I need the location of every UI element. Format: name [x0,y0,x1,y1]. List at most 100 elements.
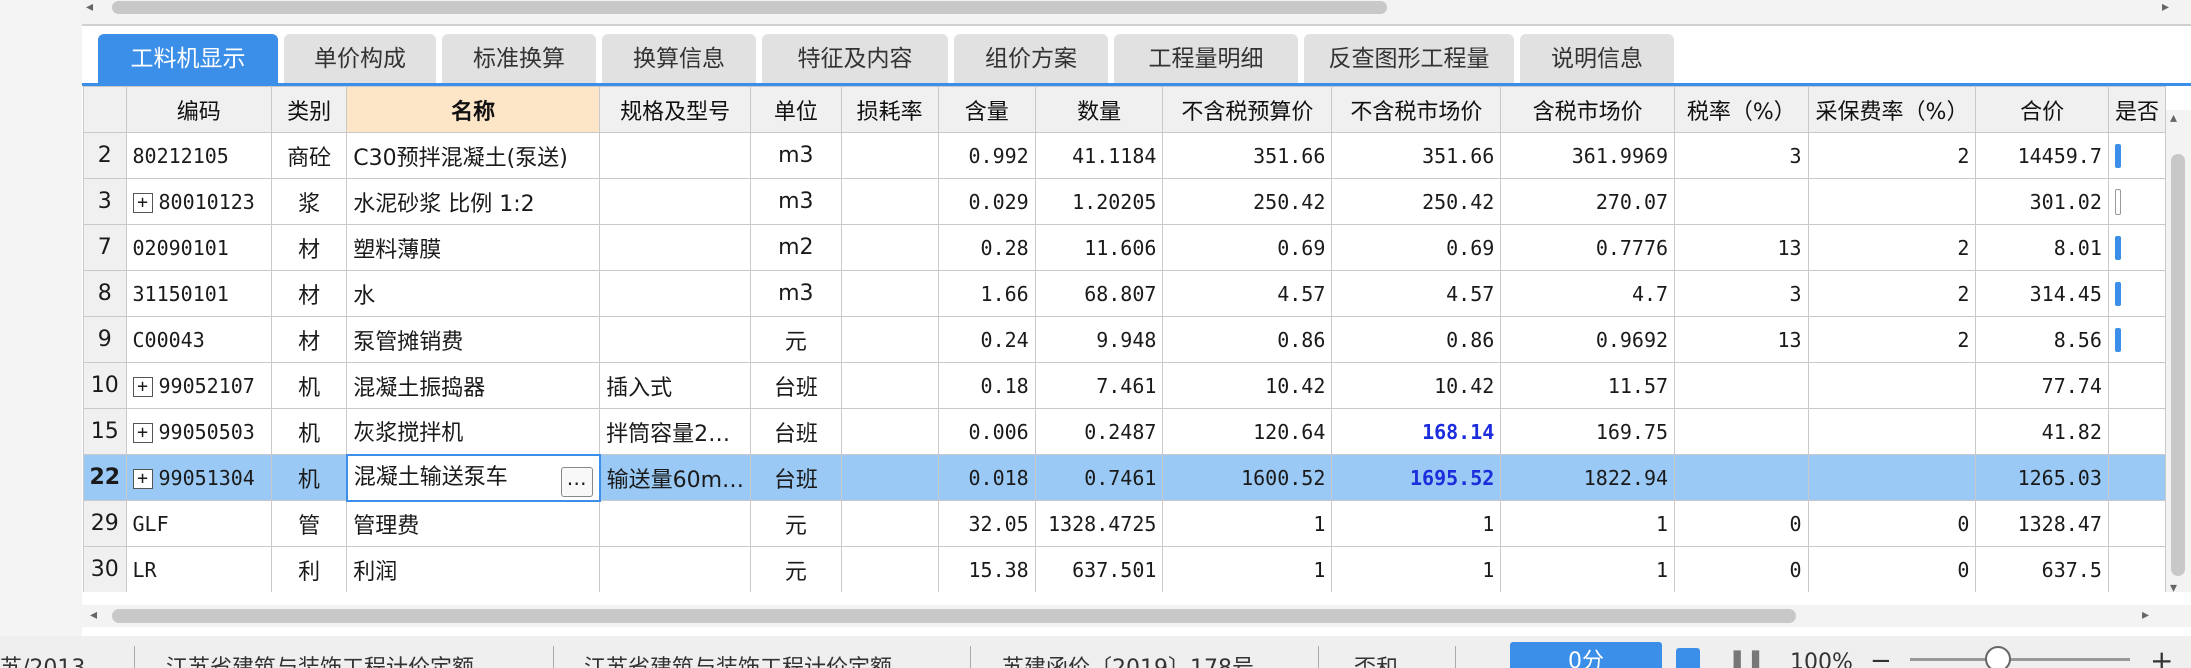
loss-rate-cell[interactable] [840,454,939,501]
column-header[interactable]: 采保费率（%） [1807,86,1977,133]
market-price-cell[interactable]: 0.69 [1331,224,1502,271]
tab-unit-price-composition[interactable]: 单价构成 [284,34,436,84]
score-button[interactable]: 0分 [1510,642,1662,668]
flag-checkbox-icon[interactable] [2114,236,2121,260]
name-cell[interactable]: 泵管摊销费 [346,316,601,363]
budget-price-cell[interactable]: 1 [1162,500,1333,547]
column-header[interactable]: 规格及型号 [599,86,752,133]
procurement-fee-cell[interactable] [1807,362,1977,409]
quantity-cell[interactable]: 11.606 [1034,224,1164,271]
market-price-cell[interactable]: 351.66 [1331,132,1502,179]
content-cell[interactable]: 15.38 [937,546,1036,592]
total-cell[interactable]: 637.5 [1975,546,2109,592]
column-header[interactable]: 数量 [1034,86,1164,133]
flag-checkbox-icon[interactable] [2114,144,2121,168]
procurement-fee-cell[interactable] [1807,178,1977,225]
type-cell[interactable]: 机 [271,408,348,455]
flag-checkbox-icon[interactable] [2114,328,2121,352]
flag-cell[interactable] [2107,270,2166,317]
column-header[interactable]: 不含税预算价 [1162,86,1333,133]
budget-price-cell[interactable]: 1 [1162,546,1333,592]
procurement-fee-cell[interactable]: 2 [1807,132,1977,179]
type-cell[interactable]: 管 [271,500,348,547]
column-header[interactable]: 损耗率 [840,86,939,133]
total-cell[interactable]: 301.02 [1975,178,2109,225]
content-cell[interactable]: 0.18 [937,362,1036,409]
content-cell[interactable]: 0.029 [937,178,1036,225]
column-header[interactable]: 类别 [271,86,348,133]
status-option[interactable]: 否和 [1354,650,1398,668]
code-cell[interactable]: +99051304 [125,454,273,501]
procurement-fee-cell[interactable]: 2 [1807,224,1977,271]
market-price-cell[interactable]: 168.14 [1331,408,1502,455]
market-price-cell[interactable]: 250.42 [1331,178,1502,225]
budget-price-cell[interactable]: 0.69 [1162,224,1333,271]
tax-rate-cell[interactable] [1674,408,1809,455]
code-cell[interactable]: C00043 [125,316,273,363]
flag-cell[interactable] [2107,132,2166,179]
unit-cell[interactable]: m3 [750,178,842,225]
type-cell[interactable]: 机 [271,362,348,409]
table-row[interactable]: 2 80212105 商砼 C30预拌混凝土(泵送) m3 0.992 41.1184 351… [83,132,2166,179]
zoom-in-icon[interactable]: + [2150,644,2173,668]
scroll-up-icon[interactable]: ▴ [2170,110,2177,126]
column-header[interactable]: 合价 [1975,86,2109,133]
spec-cell[interactable]: 拌筒容量2… [599,408,752,455]
content-cell[interactable]: 0.006 [937,408,1036,455]
spec-cell[interactable] [599,316,752,363]
unit-cell[interactable]: 台班 [750,454,842,501]
name-cell[interactable]: C30预拌混凝土(泵送) [346,132,601,179]
budget-price-cell[interactable]: 1600.52 [1162,454,1333,501]
expand-icon[interactable]: + [132,193,153,213]
table-row[interactable]: 10 +99052107 机混凝土振捣器 插入式 台班 0.18 7.461 10.42 10.… [83,362,2166,409]
loss-rate-cell[interactable] [840,316,939,363]
market-price-tax-cell[interactable]: 1822.94 [1500,454,1676,501]
loss-rate-cell[interactable] [840,546,939,592]
type-cell[interactable]: 材 [271,316,348,363]
market-price-tax-cell[interactable]: 270.07 [1500,178,1676,225]
tax-rate-cell[interactable]: 3 [1674,270,1809,317]
column-header[interactable]: 不含税市场价 [1331,86,1502,133]
market-price-tax-cell[interactable]: 361.9969 [1500,132,1676,179]
market-price-tax-cell[interactable]: 0.7776 [1500,224,1676,271]
name-cell[interactable]: 管理费 [346,500,601,547]
zoom-slider-knob[interactable] [1985,646,2011,668]
market-price-tax-cell[interactable]: 1 [1500,500,1676,547]
row-number[interactable]: 29 [83,500,127,547]
scroll-left-icon[interactable]: ◂ [90,607,97,623]
name-cell[interactable]: 水泥砂浆 比例 1:2 [346,178,601,225]
row-number[interactable]: 7 [83,224,127,271]
column-header[interactable]: 是否 [2107,86,2166,133]
tab-quantity-details[interactable]: 工程量明细 [1114,34,1298,84]
market-price-cell[interactable]: 1695.52 [1331,454,1502,501]
row-number[interactable]: 15 [83,408,127,455]
loss-rate-cell[interactable] [840,500,939,547]
quantity-cell[interactable]: 7.461 [1034,362,1164,409]
name-cell[interactable]: 利润 [346,546,601,592]
row-number[interactable]: 2 [83,132,127,179]
market-price-cell[interactable]: 4.57 [1331,270,1502,317]
flag-cell[interactable] [2107,546,2166,592]
spec-cell[interactable] [599,224,752,271]
procurement-fee-cell[interactable]: 2 [1807,270,1977,317]
loss-rate-cell[interactable] [840,362,939,409]
unit-cell[interactable]: 元 [750,546,842,592]
spec-cell[interactable] [599,500,752,547]
flag-cell[interactable] [2107,316,2166,363]
quantity-cell[interactable]: 637.501 [1034,546,1164,592]
name-cell[interactable]: 水 [346,270,601,317]
quantity-cell[interactable]: 1328.4725 [1034,500,1164,547]
table-row[interactable]: 3 +80010123 浆水泥砂浆 比例 1:2 m3 0.029 1.20205 250.… [83,178,2166,225]
tab-pricing-scheme[interactable]: 组价方案 [954,34,1108,84]
procurement-fee-cell[interactable]: 0 [1807,546,1977,592]
quantity-cell[interactable]: 68.807 [1034,270,1164,317]
row-number[interactable]: 8 [83,270,127,317]
status-quota-library-2[interactable]: 江苏省建筑与装饰工程计价定额 [584,650,892,668]
procurement-fee-cell[interactable] [1807,408,1977,455]
tax-rate-cell[interactable]: 3 [1674,132,1809,179]
flag-cell[interactable] [2107,224,2166,271]
table-row[interactable]: 15 +99050503 机灰浆搅拌机 拌筒容量2… 台班 0.006 0.2487 120.… [83,408,2166,455]
column-header[interactable]: 编码 [125,86,273,133]
type-cell[interactable]: 材 [271,270,348,317]
budget-price-cell[interactable]: 4.57 [1162,270,1333,317]
